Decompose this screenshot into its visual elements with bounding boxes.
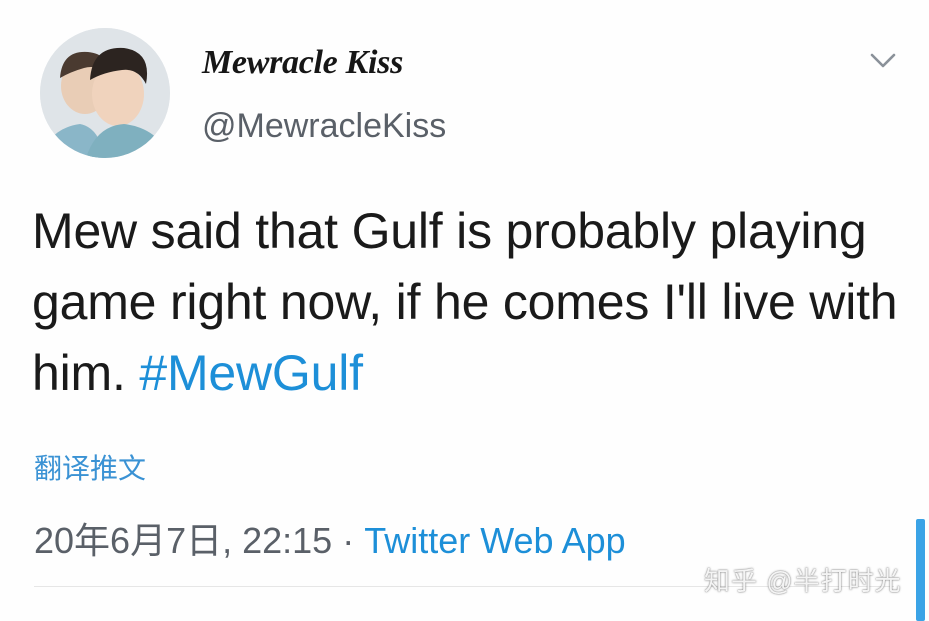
watermark: 知乎 @半打时光: [704, 566, 902, 596]
user-handle[interactable]: @MewracleKiss: [202, 107, 446, 146]
tweet-source-link[interactable]: Twitter Web App: [364, 520, 625, 561]
meta-separator: ·: [332, 520, 365, 561]
tweet-timestamp[interactable]: 20年6月7日, 22:15: [34, 520, 332, 561]
tweet-metadata: 20年6月7日, 22:15 · Twitter Web App: [34, 512, 626, 564]
avatar-photo-icon: [40, 28, 170, 158]
tweet-text: Mew said that Gulf is probably playing g…: [32, 196, 912, 409]
display-name[interactable]: Mewracle Kiss: [202, 44, 403, 82]
avatar[interactable]: [40, 28, 170, 158]
tweet-card: Mewracle Kiss @MewracleKiss Mew said tha…: [0, 0, 929, 621]
translate-tweet-link[interactable]: 翻译推文: [34, 447, 146, 487]
chevron-down-icon[interactable]: [866, 46, 900, 76]
hashtag-link[interactable]: #MewGulf: [139, 345, 363, 401]
scrollbar-thumb[interactable]: [916, 519, 925, 621]
